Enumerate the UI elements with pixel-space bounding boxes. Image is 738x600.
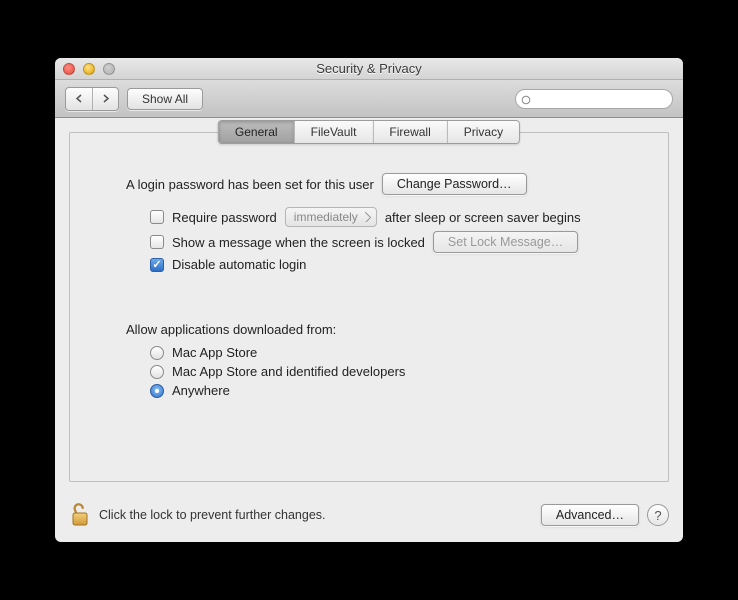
disable-auto-login-checkbox[interactable]: [150, 258, 164, 272]
login-password-row: A login password has been set for this u…: [110, 173, 628, 195]
require-password-label: Require password: [172, 210, 277, 225]
require-password-checkbox[interactable]: [150, 210, 164, 224]
show-message-row: Show a message when the screen is locked…: [110, 231, 628, 253]
gatekeeper-label: Mac App Store: [172, 345, 257, 360]
login-password-label: A login password has been set for this u…: [126, 177, 374, 192]
disable-auto-login-label: Disable automatic login: [172, 257, 306, 272]
help-button[interactable]: ?: [647, 504, 669, 526]
nav-segment: [65, 87, 119, 111]
gatekeeper-option-anywhere[interactable]: Anywhere: [150, 383, 628, 398]
close-icon[interactable]: [63, 63, 75, 75]
gatekeeper-label: Mac App Store and identified developers: [172, 364, 405, 379]
tab-firewall[interactable]: Firewall: [372, 121, 446, 143]
preferences-window: Security & Privacy Show All General File…: [55, 58, 683, 542]
show-message-label: Show a message when the screen is locked: [172, 235, 425, 250]
forward-button[interactable]: [92, 88, 118, 110]
footer: Click the lock to prevent further change…: [55, 496, 683, 542]
minimize-icon[interactable]: [83, 63, 95, 75]
tab-privacy[interactable]: Privacy: [447, 121, 519, 143]
require-password-delay-select[interactable]: immediately: [285, 207, 377, 227]
tab-filevault[interactable]: FileVault: [294, 121, 373, 143]
general-panel: General FileVault Firewall Privacy A log…: [69, 132, 669, 482]
gatekeeper-option-identified[interactable]: Mac App Store and identified developers: [150, 364, 628, 379]
traffic-lights: [55, 63, 115, 75]
toolbar: Show All: [55, 80, 683, 118]
lock-icon[interactable]: [69, 502, 91, 528]
require-password-row: Require password immediately after sleep…: [110, 207, 628, 227]
gatekeeper-radio-group: Mac App Store Mac App Store and identifi…: [110, 345, 628, 398]
window-title: Security & Privacy: [55, 61, 683, 76]
back-button[interactable]: [66, 88, 92, 110]
radio-icon: [150, 365, 164, 379]
zoom-icon[interactable]: [103, 63, 115, 75]
advanced-button[interactable]: Advanced…: [541, 504, 639, 526]
lock-text: Click the lock to prevent further change…: [99, 508, 533, 522]
after-sleep-label: after sleep or screen saver begins: [385, 210, 581, 225]
delay-value: immediately: [294, 210, 358, 224]
tab-general[interactable]: General: [219, 121, 294, 143]
disable-auto-login-row: Disable automatic login: [110, 257, 628, 272]
show-message-checkbox[interactable]: [150, 235, 164, 249]
gatekeeper-label: Anywhere: [172, 383, 230, 398]
gatekeeper-option-mas[interactable]: Mac App Store: [150, 345, 628, 360]
chevron-right-icon: [102, 94, 110, 103]
titlebar: Security & Privacy: [55, 58, 683, 80]
chevron-left-icon: [75, 94, 83, 103]
radio-icon: [150, 346, 164, 360]
gatekeeper-heading: Allow applications downloaded from:: [110, 322, 628, 337]
search-wrap: [515, 89, 673, 109]
change-password-button[interactable]: Change Password…: [382, 173, 527, 195]
radio-icon: [150, 384, 164, 398]
show-all-button[interactable]: Show All: [127, 88, 203, 110]
tab-bar: General FileVault Firewall Privacy: [218, 120, 520, 144]
search-input[interactable]: [515, 89, 673, 109]
content-area: General FileVault Firewall Privacy A log…: [55, 118, 683, 496]
set-lock-message-button: Set Lock Message…: [433, 231, 578, 253]
